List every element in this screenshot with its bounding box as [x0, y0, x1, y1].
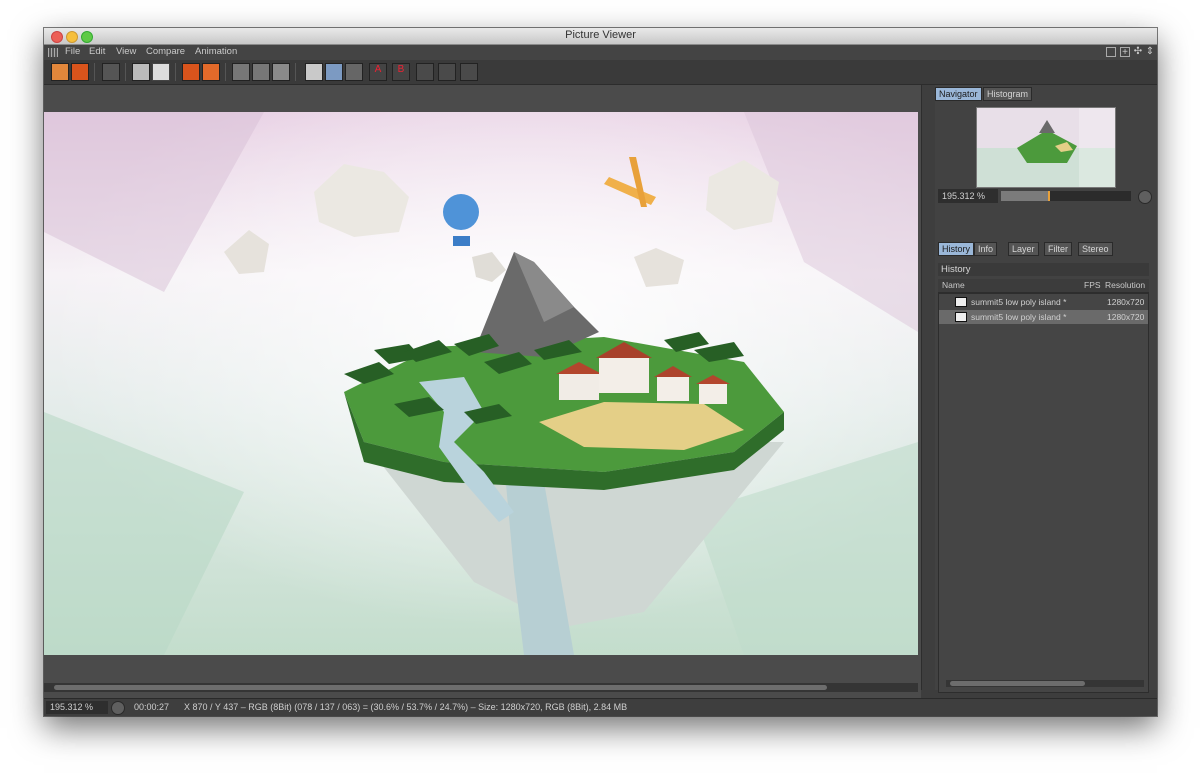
- history-list: summit5 low poly island * 1280x720 summi…: [938, 293, 1149, 693]
- navigator-thumbnail[interactable]: [976, 107, 1116, 188]
- tab-info[interactable]: Info: [974, 242, 998, 256]
- status-bar: 195.312 % 00:00:27 X 870 / Y 437 – RGB (…: [44, 698, 1157, 716]
- menu-view[interactable]: View: [116, 46, 136, 57]
- panel-layout-icon[interactable]: [1106, 47, 1116, 57]
- title-bar: Picture Viewer: [44, 28, 1157, 45]
- expand-icon[interactable]: ⇕: [1145, 47, 1155, 57]
- toolbar: A B: [44, 60, 1157, 85]
- menu-edit[interactable]: Edit: [89, 46, 105, 57]
- view-compare-icon[interactable]: [272, 63, 290, 81]
- set-b-icon[interactable]: B: [392, 63, 410, 81]
- tab-filter[interactable]: Filter: [1044, 242, 1072, 256]
- image-viewport[interactable]: [44, 85, 921, 716]
- tab-layer[interactable]: Layer: [1008, 242, 1039, 256]
- status-time: 00:00:27: [134, 702, 170, 712]
- copy-left-icon[interactable]: [182, 63, 200, 81]
- copy-right-icon[interactable]: [202, 63, 220, 81]
- low-poly-island-render: [44, 112, 918, 655]
- menu-animation[interactable]: Animation: [195, 46, 237, 57]
- move-icon[interactable]: ✣: [1133, 47, 1143, 57]
- history-section-title: History: [938, 263, 1149, 276]
- history-row-resolution: 1280x720: [1107, 312, 1145, 322]
- layer-icon-3[interactable]: [460, 63, 478, 81]
- layer-icon-1[interactable]: [416, 63, 434, 81]
- menu-compare[interactable]: Compare: [146, 46, 185, 57]
- rendered-image[interactable]: [44, 112, 918, 655]
- save-file-icon[interactable]: [71, 63, 89, 81]
- horizontal-scrollbar[interactable]: [44, 683, 918, 692]
- window-title: Picture Viewer: [565, 29, 636, 41]
- history-scrollbar[interactable]: [946, 680, 1144, 687]
- history-list-header: Name FPS Resolution: [938, 279, 1149, 293]
- history-row-name: summit5 low poly island *: [971, 297, 1067, 307]
- navigator-zoom-value[interactable]: 195.312 %: [938, 189, 998, 203]
- picture-viewer-window: Picture Viewer File Edit View Compare An…: [44, 28, 1157, 716]
- status-play-icon[interactable]: [111, 701, 125, 715]
- view-overlay-icon[interactable]: [252, 63, 270, 81]
- split-view-icon[interactable]: [325, 63, 343, 81]
- new-window-icon[interactable]: +: [1120, 47, 1130, 58]
- tab-histogram[interactable]: Histogram: [983, 87, 1033, 101]
- column-name[interactable]: Name: [942, 280, 965, 290]
- column-fps[interactable]: FPS: [1084, 280, 1101, 290]
- crop-icon[interactable]: [132, 63, 150, 81]
- status-zoom-value[interactable]: 195.312 %: [46, 701, 108, 714]
- grid-toggle-icon[interactable]: [102, 63, 120, 81]
- history-row[interactable]: summit5 low poly island * 1280x720: [939, 295, 1148, 309]
- navigator-zoom-slider[interactable]: [1001, 191, 1131, 201]
- history-scrollbar-thumb[interactable]: [950, 681, 1085, 686]
- image-thumbnail-icon: [955, 297, 967, 307]
- menu-bar: File Edit View Compare Animation + ✣ ⇕: [44, 45, 1157, 60]
- render-icon[interactable]: [152, 63, 170, 81]
- history-row-resolution: 1280x720: [1107, 297, 1145, 307]
- menu-file[interactable]: File: [65, 46, 80, 57]
- column-resolution[interactable]: Resolution: [1105, 280, 1145, 290]
- horizontal-scrollbar-thumb[interactable]: [54, 685, 827, 690]
- image-thumbnail-icon: [955, 312, 967, 322]
- tab-history[interactable]: History: [938, 242, 975, 256]
- tab-stereo[interactable]: Stereo: [1078, 242, 1113, 256]
- ab-swap-icon[interactable]: [345, 63, 363, 81]
- set-a-icon[interactable]: A: [369, 63, 387, 81]
- open-file-icon[interactable]: [51, 63, 69, 81]
- ab-compare-icon[interactable]: [305, 63, 323, 81]
- navigator-zoom-row: 195.312 %: [938, 189, 1152, 204]
- side-panel: Navigator Histogram 195.312 % History In…: [935, 85, 1157, 693]
- view-single-icon[interactable]: [232, 63, 250, 81]
- grid-menu-icon[interactable]: [48, 48, 58, 57]
- layer-icon-2[interactable]: [438, 63, 456, 81]
- history-row[interactable]: summit5 low poly island * 1280x720: [939, 310, 1148, 324]
- tab-navigator[interactable]: Navigator: [935, 87, 982, 101]
- status-pixel-info: X 870 / Y 437 – RGB (8Bit) (078 / 137 / …: [184, 702, 628, 712]
- history-row-name: summit5 low poly island *: [971, 312, 1067, 322]
- panel-splitter[interactable]: [921, 85, 936, 690]
- navigator-play-icon[interactable]: [1138, 190, 1152, 204]
